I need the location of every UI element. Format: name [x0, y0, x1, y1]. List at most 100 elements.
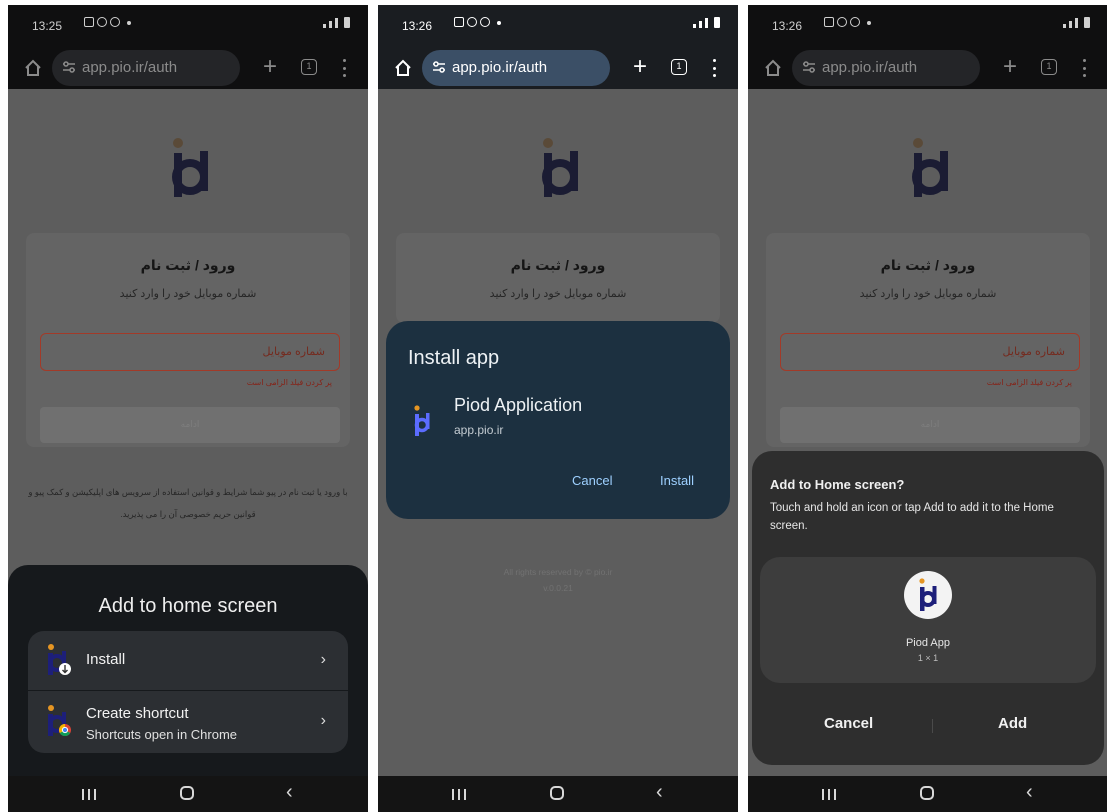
chevron-right-icon: › — [320, 651, 326, 668]
browser-top-bar: 13:26 app.pio.ir/auth + 1 — [378, 5, 738, 89]
create-shortcut-description: Shortcuts open in Chrome — [86, 727, 238, 742]
app-name: Piod App — [905, 637, 951, 649]
pio-logo-icon — [542, 138, 578, 197]
home-icon[interactable] — [392, 57, 414, 79]
mobile-number-input[interactable]: شماره موبایل — [40, 333, 340, 371]
mobile-number-error: پر کردن فیلد الزامی است — [246, 378, 332, 387]
browser-top-bar: 13:25 app.pio.ir/auth + 1 — [8, 5, 368, 89]
status-bar: 13:26 — [748, 5, 1107, 41]
back-nav-icon[interactable]: ‹ — [286, 782, 293, 802]
continue-button[interactable]: ادامه — [780, 407, 1080, 443]
more-options-icon[interactable] — [1083, 59, 1087, 77]
address-bar[interactable]: app.pio.ir/auth — [52, 50, 240, 86]
install-app-dialog: Install app Piod Application app.pio.ir … — [386, 321, 730, 519]
new-tab-button[interactable]: + — [258, 55, 282, 79]
mobile-number-placeholder: شماره موبایل — [262, 346, 325, 358]
add-button[interactable]: Add — [998, 715, 1027, 732]
new-tab-button[interactable]: + — [628, 55, 652, 79]
signal-battery-icons — [323, 17, 350, 28]
login-subtitle: شماره موبایل خود را وارد کنید — [859, 288, 997, 300]
back-nav-icon[interactable]: ‹ — [1026, 782, 1033, 802]
android-nav-bar: ‹ — [748, 776, 1107, 812]
cancel-button[interactable]: Cancel — [824, 715, 873, 732]
back-nav-icon[interactable]: ‹ — [656, 782, 663, 802]
signal-bar-icon — [1063, 24, 1066, 28]
dialog-title: Install app — [408, 347, 500, 369]
signal-bar-icon — [699, 21, 702, 28]
button-divider — [932, 719, 933, 733]
home-icon[interactable] — [22, 57, 44, 79]
screenshot-add-to-home-screen-sheet: 13:25 app.pio.ir/auth + 1 ورود / ثبت نام… — [8, 5, 368, 812]
notification-icons — [824, 17, 871, 27]
pio-logo-icon — [912, 138, 948, 197]
browser-toolbar: app.pio.ir/auth + 1 — [8, 49, 368, 87]
create-shortcut-label: Create shortcut — [86, 705, 189, 722]
signal-bar-icon — [335, 18, 338, 28]
site-settings-icon[interactable] — [62, 60, 76, 74]
recent-apps-icon[interactable] — [452, 789, 466, 800]
new-tab-button[interactable]: + — [998, 55, 1022, 79]
address-bar[interactable]: app.pio.ir/auth — [792, 50, 980, 86]
android-nav-bar: ‹ — [378, 776, 738, 812]
chrome-notification-icon — [850, 17, 860, 27]
site-settings-icon[interactable] — [432, 60, 446, 74]
sheet-options: Install › Create shortcut Shortcuts open… — [28, 631, 348, 753]
pio-app-icon — [414, 405, 430, 436]
login-title: ورود / ثبت نام — [880, 257, 976, 273]
signal-bar-icon — [693, 24, 696, 28]
install-option[interactable]: Install › — [28, 631, 348, 691]
signal-bar-icon — [323, 24, 326, 28]
recent-apps-icon[interactable] — [82, 789, 96, 800]
site-settings-icon[interactable] — [802, 60, 816, 74]
mobile-number-input[interactable]: شماره موبایل — [780, 333, 1080, 371]
status-time: 13:26 — [402, 19, 433, 33]
chrome-notification-icon — [480, 17, 490, 27]
chrome-notification-icon — [110, 17, 120, 27]
signal-battery-icons — [1063, 17, 1090, 28]
terms-text: با ورود یا ثبت نام در پیو شما شرایط و قو… — [28, 487, 348, 519]
install-badge-icon — [48, 644, 71, 675]
footer-version: v.0.0.21 — [543, 583, 573, 593]
add-to-home-screen-sheet: Add to home screen Install › Create shor… — [8, 565, 368, 779]
install-button[interactable]: Install — [660, 473, 694, 488]
mobile-number-placeholder: شماره موبایل — [1002, 346, 1065, 358]
battery-icon — [714, 17, 720, 28]
battery-icon — [344, 17, 350, 28]
signal-battery-icons — [693, 17, 720, 28]
gallery-notification-icon — [454, 17, 464, 27]
footer-copyright: All rights reserved by © pio.ir — [503, 567, 613, 577]
screenshot-add-to-home-screen-confirm: 13:26 app.pio.ir/auth + 1 ورود / ثبت نام… — [748, 5, 1107, 812]
home-icon[interactable] — [762, 57, 784, 79]
sheet-title: Add to home screen — [98, 595, 278, 617]
recent-apps-icon[interactable] — [822, 789, 836, 800]
more-options-icon[interactable] — [713, 59, 717, 77]
app-icon-preview[interactable]: Piod App 1 × 1 — [760, 557, 1096, 683]
url-text: app.pio.ir/auth — [822, 59, 918, 76]
signal-bar-icon — [1069, 21, 1072, 28]
more-options-icon[interactable] — [343, 59, 347, 77]
gallery-notification-icon — [824, 17, 834, 27]
chevron-right-icon: › — [320, 712, 326, 729]
instagram-notification-icon — [837, 17, 847, 27]
home-nav-icon[interactable] — [550, 786, 564, 800]
continue-button[interactable]: ادامه — [40, 407, 340, 443]
address-bar[interactable]: app.pio.ir/auth — [422, 50, 610, 86]
cancel-button[interactable]: Cancel — [572, 473, 612, 488]
screenshot-install-app-dialog: 13:26 app.pio.ir/auth + 1 ورود / ثبت نام… — [378, 5, 738, 812]
add-to-home-screen-confirm-sheet: Add to Home screen? Touch and hold an ic… — [752, 451, 1104, 765]
pio-logo-icon — [172, 138, 208, 197]
status-time: 13:26 — [772, 19, 803, 33]
signal-bar-icon — [705, 18, 708, 28]
create-shortcut-option[interactable]: Create shortcut Shortcuts open in Chrome… — [28, 692, 348, 752]
home-nav-icon[interactable] — [180, 786, 194, 800]
url-text: app.pio.ir/auth — [82, 59, 178, 76]
signal-bar-icon — [1075, 18, 1078, 28]
tab-switcher-button[interactable]: 1 — [671, 59, 687, 75]
instagram-notification-icon — [97, 17, 107, 27]
gallery-notification-icon — [84, 17, 94, 27]
tab-switcher-button[interactable]: 1 — [301, 59, 317, 75]
browser-toolbar: app.pio.ir/auth + 1 — [748, 49, 1107, 87]
signal-bar-icon — [329, 21, 332, 28]
home-nav-icon[interactable] — [920, 786, 934, 800]
tab-switcher-button[interactable]: 1 — [1041, 59, 1057, 75]
